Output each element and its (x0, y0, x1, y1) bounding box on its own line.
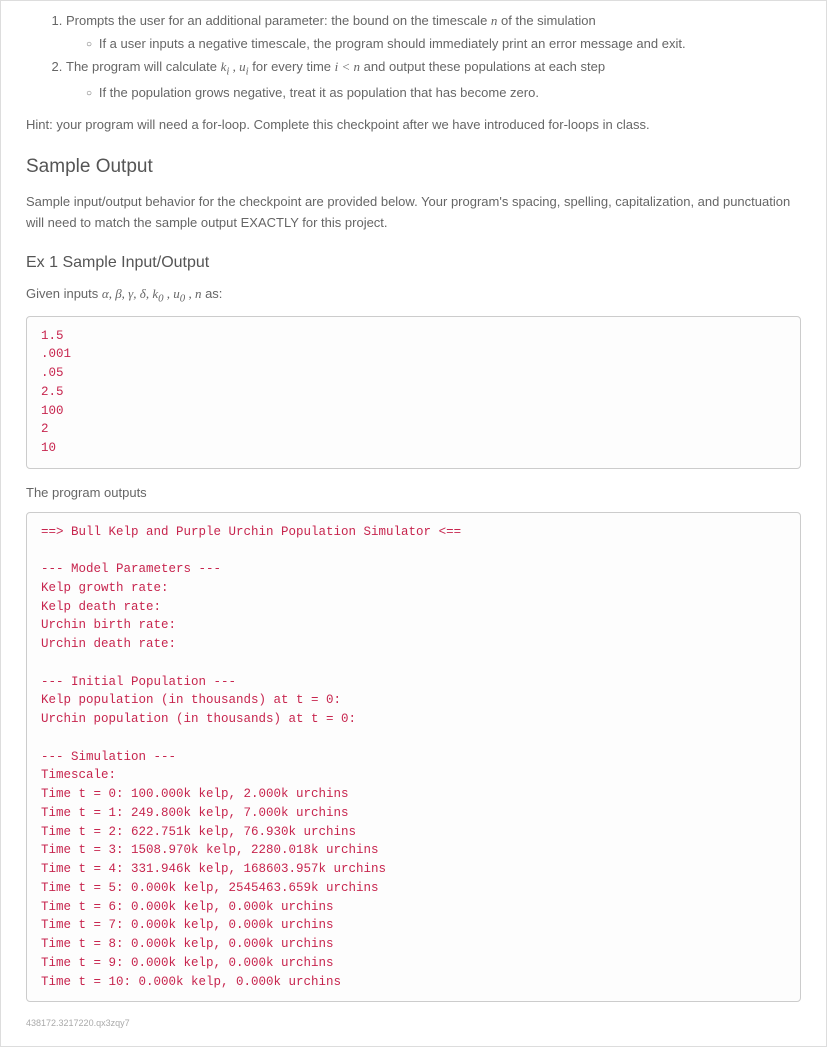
item-text-1b: of the simulation (497, 13, 595, 28)
item-text-1a: Prompts the user for an additional param… (66, 13, 491, 28)
heading-sample-output: Sample Output (26, 152, 801, 182)
sub-item: If the population grows negative, treat … (86, 83, 801, 104)
hint-text: Hint: your program will need a for-loop.… (26, 115, 801, 136)
sample-description: Sample input/output behavior for the che… (26, 192, 801, 234)
math-i-lt-n: i < n (335, 59, 360, 74)
given-inputs-line: Given inputs α, β, γ, δ, k0 , u0 , n as: (26, 284, 801, 308)
footer-id: 438172.3217220.qx3zqy7 (26, 1016, 801, 1030)
inputs-code-block: 1.5 .001 .05 2.5 100 2 10 (26, 316, 801, 469)
instructions-list: Prompts the user for an additional param… (26, 11, 801, 103)
math-params: α, β, γ, δ, k0 , u0 , n (102, 286, 202, 301)
given-inputs-prefix: Given inputs (26, 286, 102, 301)
sub-list: If a user inputs a negative timescale, t… (66, 34, 801, 55)
list-item: Prompts the user for an additional param… (66, 11, 801, 55)
program-outputs-label: The program outputs (26, 483, 801, 504)
math-ki-ui: ki , ui (221, 59, 249, 74)
sub-item: If a user inputs a negative timescale, t… (86, 34, 801, 55)
heading-ex1: Ex 1 Sample Input/Output (26, 250, 801, 276)
output-code-block: ==> Bull Kelp and Purple Urchin Populati… (26, 512, 801, 1003)
item-text-2a: The program will calculate (66, 59, 221, 74)
sub-list: If the population grows negative, treat … (66, 83, 801, 104)
given-inputs-suffix: as: (201, 286, 222, 301)
document-card: Prompts the user for an additional param… (0, 0, 827, 1047)
item-text-2b: for every time (249, 59, 335, 74)
list-item: The program will calculate ki , ui for e… (66, 57, 801, 104)
item-text-2c: and output these populations at each ste… (360, 59, 605, 74)
